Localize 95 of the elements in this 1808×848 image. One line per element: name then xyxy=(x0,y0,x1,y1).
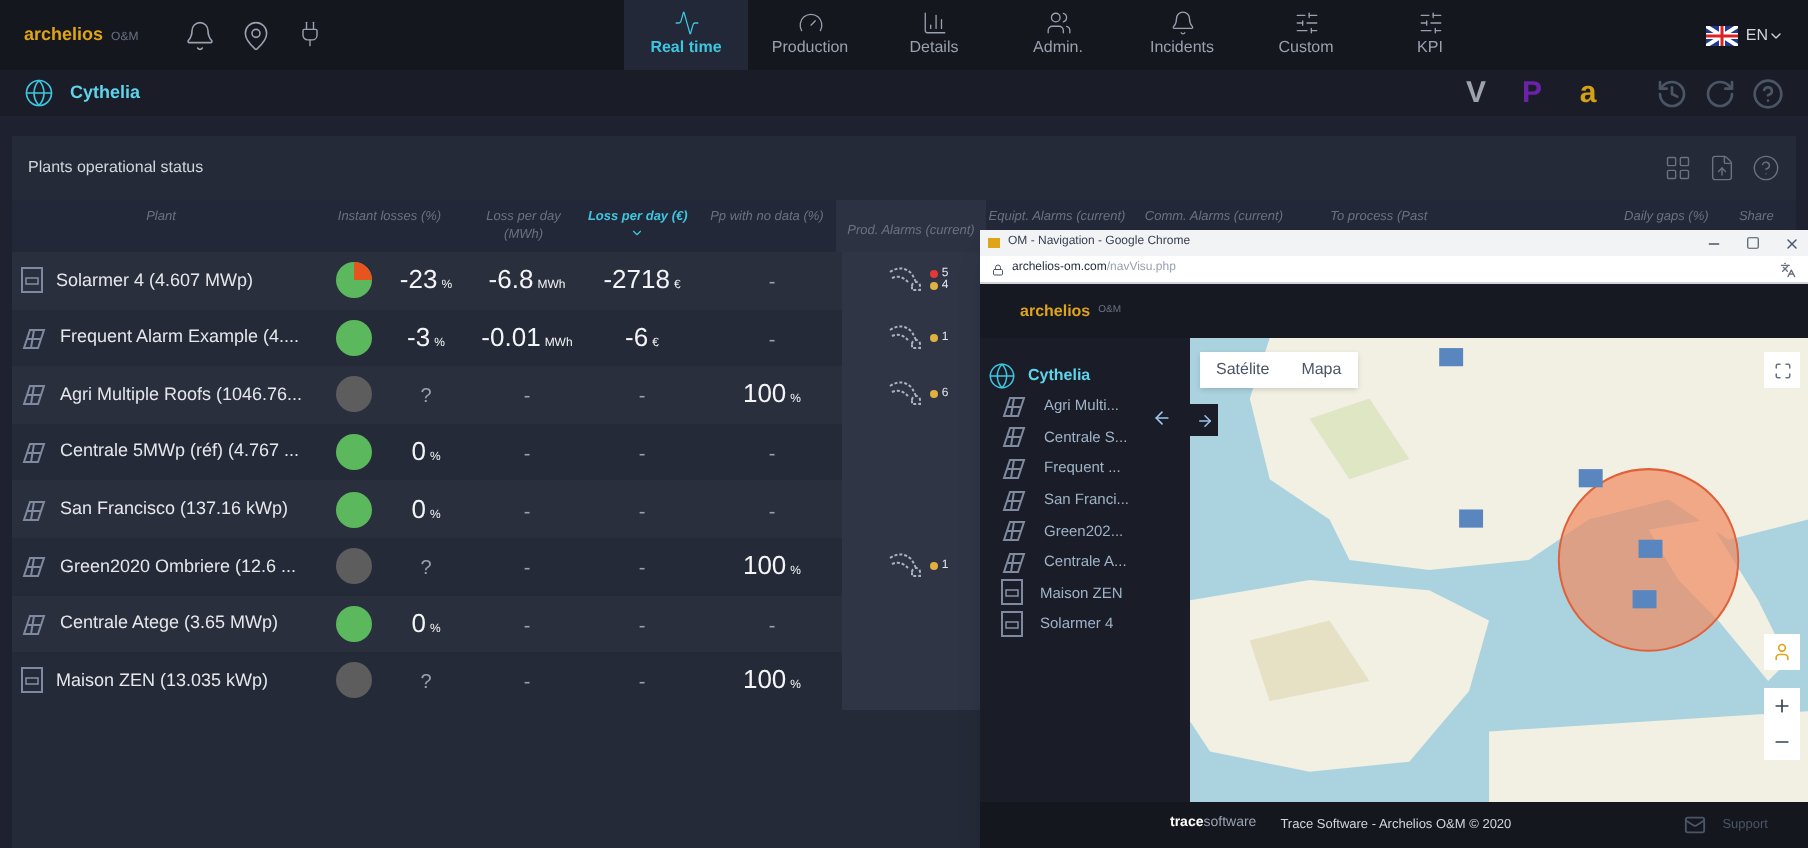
app-switch[interactable]: V xyxy=(1456,73,1496,113)
map-pin-icon[interactable] xyxy=(240,19,272,51)
fullscreen-button[interactable] xyxy=(1764,352,1800,388)
nav-tab[interactable]: Admin. xyxy=(996,0,1120,70)
fullscreen-icon xyxy=(1773,361,1791,379)
nav-tab[interactable]: Custom xyxy=(1244,0,1368,70)
loss-value: - xyxy=(638,558,646,581)
loss-value: - xyxy=(638,444,646,467)
loss-value: - xyxy=(638,672,646,695)
sliders-icon xyxy=(1417,10,1443,36)
collapse-arrow-icon[interactable] xyxy=(1152,408,1172,428)
solar-panel-icon xyxy=(1000,485,1028,514)
plant-name[interactable]: Green2020 Ombriere (12.6 ... xyxy=(60,553,297,581)
solar-panel-icon xyxy=(1000,453,1028,482)
loss-value: - xyxy=(638,501,646,524)
instant-loss: ? xyxy=(420,386,432,409)
nav-tab[interactable]: Details xyxy=(872,0,996,70)
bell-icon xyxy=(1169,10,1195,36)
globe-icon xyxy=(24,78,54,108)
window-icon xyxy=(988,238,1000,248)
plant-name[interactable]: San Francisco (137.16 kWp) xyxy=(60,495,289,523)
solar-panel-icon xyxy=(20,380,48,409)
plant-name[interactable]: Agri Multiple Roofs (1046.76... xyxy=(60,381,303,409)
instant-loss: ? xyxy=(420,558,432,581)
solar-panel-icon xyxy=(1000,391,1028,420)
solar-panel-icon xyxy=(1000,547,1028,576)
plus-icon xyxy=(1772,696,1792,716)
loss-mwh: - xyxy=(523,386,531,409)
map-type-button[interactable]: Satélite xyxy=(1200,352,1286,388)
document-icon xyxy=(1000,578,1024,607)
bell-icon[interactable] xyxy=(184,19,216,51)
loss-mwh: - xyxy=(523,444,531,467)
alarm-cable-icon xyxy=(885,378,926,411)
translate-icon[interactable] xyxy=(1780,261,1796,277)
close-icon[interactable] xyxy=(1784,235,1800,251)
alarm-cable-icon xyxy=(885,264,926,297)
loss-mwh: - xyxy=(523,672,531,695)
maximize-icon[interactable] xyxy=(1746,235,1760,249)
plant-name[interactable]: Centrale 5MWp (réf) (4.767 ... xyxy=(60,438,300,466)
export-icon[interactable] xyxy=(1708,154,1736,182)
expand-arrow-button[interactable] xyxy=(1190,404,1218,436)
person-icon xyxy=(1772,642,1792,662)
plug-icon[interactable] xyxy=(296,19,324,47)
map-type-button[interactable]: Mapa xyxy=(1285,352,1358,388)
loss-value: - xyxy=(638,386,646,409)
logo[interactable]: archelios xyxy=(1020,299,1091,323)
solar-panel-icon xyxy=(20,609,48,638)
tree-root[interactable]: Cythelia xyxy=(1028,364,1091,388)
logo[interactable]: archelios xyxy=(24,21,104,49)
nav-tab[interactable]: Production xyxy=(748,0,872,70)
solar-panel-icon xyxy=(1000,516,1028,545)
instant-loss: ? xyxy=(420,672,432,695)
pulse-icon xyxy=(673,10,699,36)
sliders-icon xyxy=(1293,10,1319,36)
nav-tab[interactable]: Real time xyxy=(624,0,748,70)
solar-panel-icon xyxy=(20,323,48,352)
loss-mwh: - xyxy=(523,501,531,524)
loss-mwh: - xyxy=(523,558,531,581)
document-icon xyxy=(20,266,44,295)
help-icon[interactable] xyxy=(1752,154,1780,182)
loss-value: - xyxy=(638,615,646,638)
alarm-cable-icon xyxy=(885,321,926,354)
app-switch[interactable]: a xyxy=(1568,73,1608,113)
plant-name[interactable]: Solarmer 4 (4.607 MWp) xyxy=(56,267,254,295)
layout-icon[interactable] xyxy=(1664,154,1692,182)
bar-chart-icon xyxy=(921,10,947,36)
document-icon xyxy=(1000,609,1024,638)
plant-name[interactable]: Maison ZEN (13.035 kWp) xyxy=(56,667,269,695)
solar-panel-icon xyxy=(20,438,48,467)
flag-icon[interactable] xyxy=(1705,25,1738,45)
alarm-cable-icon xyxy=(885,550,926,583)
no-data-share: - xyxy=(768,615,776,638)
solar-panel-icon xyxy=(1000,422,1028,451)
lock-icon xyxy=(992,263,1004,275)
solar-panel-icon xyxy=(20,495,48,524)
no-data-share: - xyxy=(768,272,776,295)
users-icon xyxy=(1045,10,1071,36)
no-data-share: - xyxy=(768,444,776,467)
globe-icon xyxy=(988,362,1016,390)
no-data-share: - xyxy=(768,501,776,524)
nav-tab[interactable]: Incidents xyxy=(1120,0,1244,70)
company-name[interactable]: Cythelia xyxy=(70,79,141,107)
panel-title: Plants operational status xyxy=(28,156,204,180)
sort-caret-icon xyxy=(630,226,645,240)
solar-panel-icon xyxy=(20,552,48,581)
gauge-icon xyxy=(797,10,823,36)
nav-tab[interactable]: KPI xyxy=(1368,0,1492,70)
loss-mwh: - xyxy=(523,615,531,638)
document-icon xyxy=(20,666,44,695)
arrow-right-icon xyxy=(1195,411,1213,429)
language-select[interactable]: EN xyxy=(1745,23,1784,47)
mail-icon xyxy=(1684,814,1707,836)
plant-name[interactable]: Centrale Atege (3.65 MWp) xyxy=(60,610,279,638)
no-data-share: - xyxy=(768,329,776,352)
plant-name[interactable]: Frequent Alarm Example (4.... xyxy=(60,324,300,352)
